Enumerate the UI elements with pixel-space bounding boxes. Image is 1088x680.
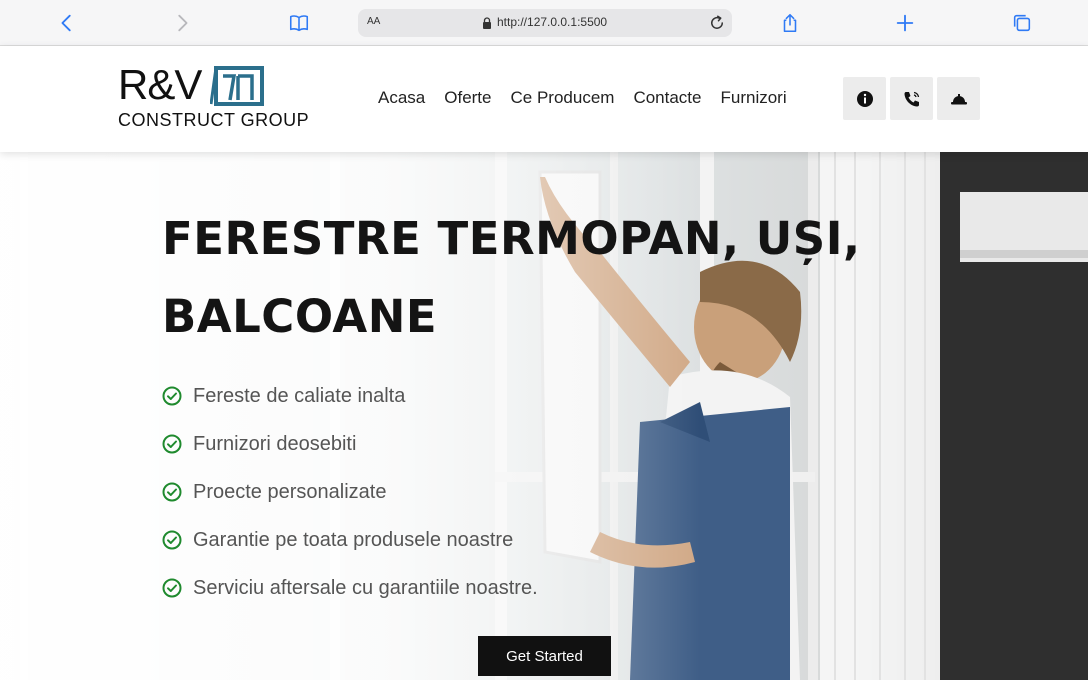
lock-icon <box>483 17 491 29</box>
logo[interactable]: R&V CONSTRUCT GROUP <box>118 64 328 134</box>
browser-toolbar: AA http://127.0.0.1:5500 <box>0 0 1088 46</box>
check-circle-icon <box>162 530 182 550</box>
hard-hat-icon <box>950 93 967 104</box>
check-circle-icon <box>162 482 182 502</box>
main-nav: Acasa Oferte Ce Producem Contacte Furniz… <box>378 88 806 108</box>
nav-item-furnizori[interactable]: Furnizori <box>720 88 786 108</box>
nav-item-ce-producem[interactable]: Ce Producem <box>511 88 615 108</box>
check-circle-icon <box>162 434 182 454</box>
list-item: Serviciu aftersale cu garantiile noastre… <box>162 564 538 612</box>
logo-name: R&V <box>118 61 202 108</box>
address-bar[interactable]: AA http://127.0.0.1:5500 <box>358 9 732 37</box>
forward-icon[interactable] <box>170 11 194 35</box>
list-item: Fereste de caliate inalta <box>162 372 538 420</box>
list-item: Furnizori deosebiti <box>162 420 538 468</box>
url-text: http://127.0.0.1:5500 <box>497 15 608 29</box>
new-tab-icon[interactable] <box>893 11 917 35</box>
book-icon[interactable] <box>287 11 311 35</box>
tabs-icon[interactable] <box>1010 11 1034 35</box>
check-circle-icon <box>162 578 182 598</box>
back-icon[interactable] <box>55 11 79 35</box>
feature-text: Furnizori deosebiti <box>193 432 357 455</box>
check-circle-icon <box>162 386 182 406</box>
get-started-button[interactable]: Get Started <box>478 636 611 676</box>
info-button[interactable] <box>843 77 886 120</box>
share-icon[interactable] <box>778 11 802 35</box>
nav-item-contacte[interactable]: Contacte <box>633 88 701 108</box>
feature-list: Fereste de caliate inalta Furnizori deos… <box>162 372 538 612</box>
feature-text: Serviciu aftersale cu garantiile noastre… <box>193 576 538 599</box>
hero-section: FERESTRE TERMOPAN, UȘI, BALCOANE Fereste… <box>0 152 1088 680</box>
feature-text: Proecte personalizate <box>193 480 387 503</box>
list-item: Proecte personalizate <box>162 468 538 516</box>
hard-hat-button[interactable] <box>937 77 980 120</box>
reload-icon[interactable] <box>708 14 726 32</box>
info-icon <box>856 90 873 107</box>
nav-item-oferte[interactable]: Oferte <box>444 88 491 108</box>
hero-title: FERESTRE TERMOPAN, UȘI, BALCOANE <box>162 212 861 343</box>
list-item: Garantie pe toata produsele noastre <box>162 516 538 564</box>
text-size-button[interactable]: AA <box>367 16 380 27</box>
phone-button[interactable] <box>890 77 933 120</box>
site-header: R&V CONSTRUCT GROUP Acasa Oferte Ce Prod… <box>0 46 1088 152</box>
nav-item-acasa[interactable]: Acasa <box>378 88 425 108</box>
logo-subtitle: CONSTRUCT GROUP <box>118 110 310 130</box>
logo-window-mark <box>210 66 264 106</box>
phone-icon <box>904 91 919 106</box>
feature-text: Garantie pe toata produsele noastre <box>193 528 514 551</box>
feature-text: Fereste de caliate inalta <box>193 384 406 407</box>
